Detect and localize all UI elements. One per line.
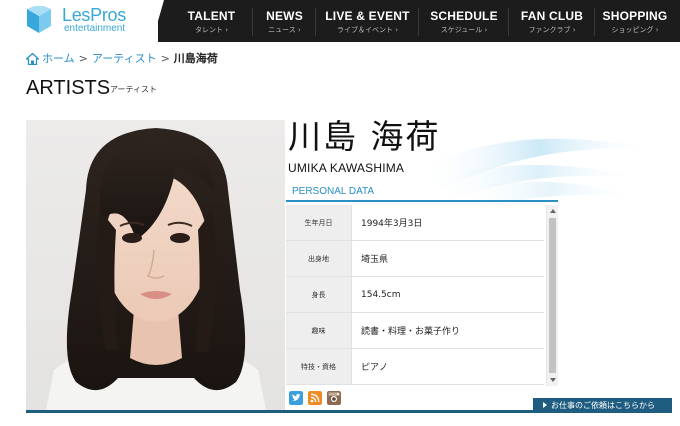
data-row-height: 身長 154.5cm: [286, 277, 544, 313]
nav-news[interactable]: NEWS ニュース ›: [253, 0, 316, 42]
page-title: ARTISTS: [26, 77, 111, 99]
data-row-birthday: 生年月日 1994年3月3日: [286, 205, 544, 241]
blog-icon[interactable]: [308, 391, 322, 405]
personal-data-scrollbar[interactable]: [546, 205, 558, 386]
breadcrumb-home-link[interactable]: ホーム: [42, 52, 75, 66]
nav-shopping[interactable]: SHOPPING ショッピング ›: [595, 0, 675, 42]
nav-schedule[interactable]: SCHEDULE スケジュール ›: [419, 0, 509, 42]
breadcrumb: ホーム > アーティスト > 川島海荷: [26, 52, 218, 66]
main-nav: TALENT タレント › NEWS ニュース › LIVE & EVENT ラ…: [170, 0, 675, 42]
personal-data-table: 生年月日 1994年3月3日 出身地 埼玉県 身長 154.5cm 趣味 読書・…: [286, 205, 544, 386]
lespros-logo-icon: [27, 6, 51, 33]
twitter-icon[interactable]: [289, 391, 303, 405]
data-value: ピアノ: [361, 363, 389, 373]
data-value: 埼玉県: [361, 255, 389, 265]
data-value: 154.5cm: [361, 289, 401, 300]
logo-subtext: entertainment: [64, 23, 126, 34]
data-label: 出身地: [286, 241, 352, 276]
data-value: 1994年3月3日: [361, 219, 423, 229]
breadcrumb-separator: >: [160, 52, 170, 65]
data-row-birthplace: 出身地 埼玉県: [286, 241, 544, 277]
instagram-icon[interactable]: [327, 391, 341, 405]
logo-text: LesPros: [62, 5, 126, 25]
breadcrumb-artists-link[interactable]: アーティスト: [92, 52, 157, 66]
data-label: 特技・資格: [286, 349, 352, 384]
logo-link[interactable]: LesPros entertainment: [0, 0, 158, 42]
artist-photo: [26, 120, 285, 410]
scroll-thumb[interactable]: [549, 218, 556, 373]
home-icon: [26, 53, 39, 65]
decorative-swoosh: [420, 138, 660, 210]
artist-name-english: UMIKA KAWASHIMA: [288, 161, 405, 175]
breadcrumb-current: 川島海荷: [173, 52, 218, 65]
data-label: 趣味: [286, 313, 352, 348]
artist-name-japanese: 川島 海荷: [288, 117, 441, 156]
data-row-hobby: 趣味 読書・料理・お菓子作り: [286, 313, 544, 349]
personal-data-divider: [286, 200, 558, 202]
nav-live-event[interactable]: LIVE & EVENT ライブ＆イベント ›: [316, 0, 419, 42]
data-row-skills: 特技・資格 ピアノ: [286, 349, 544, 385]
work-request-button[interactable]: お仕事のご依頼はこちらから: [533, 398, 672, 413]
data-value: 読書・料理・お菓子作り: [361, 327, 461, 337]
breadcrumb-separator: >: [78, 52, 88, 65]
data-label: 身長: [286, 277, 352, 312]
nav-talent[interactable]: TALENT タレント ›: [170, 0, 253, 42]
site-header: LesPros entertainment TALENT タレント › NEWS…: [0, 0, 680, 42]
scroll-up-arrow-icon[interactable]: [550, 209, 556, 213]
data-label: 生年月日: [286, 205, 352, 240]
nav-fan-club[interactable]: FAN CLUB ファンクラブ ›: [509, 0, 595, 42]
social-links: [289, 391, 346, 405]
personal-data-title: PERSONAL DATA: [292, 186, 375, 197]
page-title-sub: アーティスト: [110, 85, 158, 94]
scroll-down-arrow-icon[interactable]: [550, 378, 556, 382]
chevron-right-icon: [543, 402, 547, 408]
